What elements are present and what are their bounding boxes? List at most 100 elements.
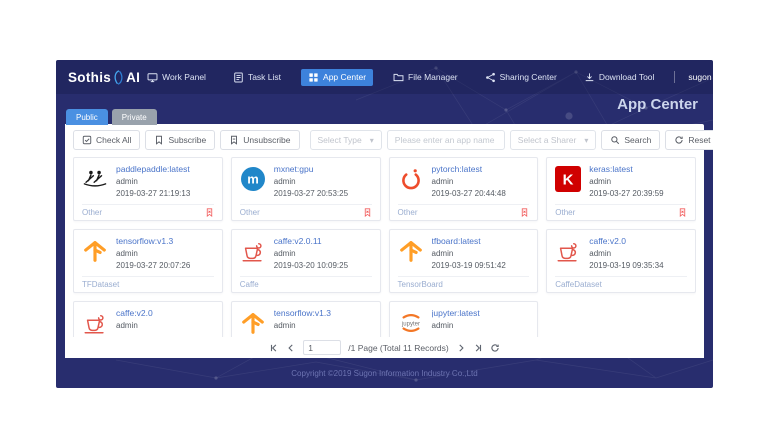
- app-card: K keras:latest admin 2019-03-27 20:39:59…: [546, 157, 696, 221]
- tensorflow-icon: [82, 238, 108, 264]
- search-label: Search: [624, 135, 651, 145]
- content-panel: Check All Subscribe Unsubscribe Select T…: [65, 124, 704, 358]
- bookmark-red-icon[interactable]: [678, 207, 687, 218]
- app-name-link[interactable]: keras:latest: [589, 164, 663, 174]
- app-owner: admin: [432, 320, 480, 332]
- app-name-link[interactable]: tfboard:latest: [432, 236, 506, 246]
- app-timestamp: 2019-03-19 09:35:34: [589, 260, 663, 272]
- app-card: tfboard:latest admin 2019-03-19 09:51:42…: [389, 229, 539, 293]
- pagination: /1 Page (Total 11 Records): [65, 337, 704, 358]
- sharer-select[interactable]: Select a Sharer ▾: [510, 130, 597, 150]
- app-timestamp: 2019-03-19 09:51:42: [432, 260, 506, 272]
- type-select-value: Select Type: [318, 135, 362, 145]
- app-owner: admin: [589, 176, 663, 188]
- caffe-icon: [555, 238, 581, 264]
- app-category: Other: [240, 208, 260, 217]
- app-name-input[interactable]: [387, 130, 505, 150]
- app-owner: admin: [274, 248, 348, 260]
- page-number-input[interactable]: [303, 340, 341, 355]
- app-card: caffe:v2.0.11 admin 2019-03-20 10:09:25 …: [231, 229, 381, 293]
- app-window: Sothis AI Work Panel Task List App Cente…: [56, 60, 713, 388]
- check-all-button[interactable]: Check All: [73, 130, 140, 150]
- app-name-link[interactable]: tensorflow:v1.3: [116, 236, 190, 246]
- brand-left: Sothis: [68, 70, 111, 85]
- main-nav: Work Panel Task List App Center File Man…: [140, 69, 713, 86]
- brand-logo: Sothis AI: [68, 69, 140, 86]
- tensorflow-icon: [398, 238, 424, 264]
- jupyter-icon: jupyter: [398, 310, 424, 336]
- tab-public[interactable]: Public: [66, 109, 108, 125]
- reset-button[interactable]: Reset: [665, 130, 713, 150]
- app-timestamp: 2019-03-27 20:07:26: [116, 260, 190, 272]
- next-page-button[interactable]: [456, 343, 466, 353]
- brand-right: AI: [126, 70, 140, 85]
- subscribe-button[interactable]: Subscribe: [145, 130, 215, 150]
- app-card: tensorflow:v1.3 admin 2019-03-27 20:07:2…: [73, 229, 223, 293]
- app-owner: admin: [274, 176, 348, 188]
- reset-icon: [674, 135, 684, 145]
- app-name-link[interactable]: caffe:v2.0.11: [274, 236, 348, 246]
- app-card: caffe:v2.0 admin 2019-03-19 09:35:34 Caf…: [546, 229, 696, 293]
- search-icon: [610, 135, 620, 145]
- nav-item-sharing-center[interactable]: Sharing Center: [478, 69, 564, 86]
- app-category: Other: [82, 208, 102, 217]
- prev-page-button[interactable]: [286, 343, 296, 353]
- task-list-icon: [233, 72, 244, 83]
- tab-private[interactable]: Private: [112, 109, 157, 125]
- file-manager-icon: [393, 72, 404, 83]
- user-menu[interactable]: sugon: [688, 71, 713, 84]
- nav-item-file-manager[interactable]: File Manager: [386, 69, 465, 86]
- svg-text:m: m: [247, 172, 259, 187]
- tensorflow-icon: [240, 310, 266, 336]
- bookmark-red-icon[interactable]: [363, 207, 372, 218]
- app-owner: admin: [116, 176, 190, 188]
- keras-icon: K: [555, 166, 581, 192]
- svg-text:K: K: [563, 172, 574, 189]
- nav-item-task-list[interactable]: Task List: [226, 69, 288, 86]
- app-category: TensorBoard: [398, 280, 443, 289]
- last-page-button[interactable]: [473, 343, 483, 353]
- logo-swirl-icon: [112, 69, 125, 86]
- reset-label: Reset: [688, 135, 710, 145]
- nav-item-download-tool[interactable]: Download Tool: [577, 69, 662, 86]
- subscribe-label: Subscribe: [168, 135, 206, 145]
- bookmark-remove-icon: [229, 135, 239, 145]
- bookmark-red-icon[interactable]: [520, 207, 529, 218]
- app-name-link[interactable]: pytorch:latest: [432, 164, 506, 174]
- copyright-footer: Copyright ©2019 Sugon Information Indust…: [56, 358, 713, 388]
- app-name-link[interactable]: jupyter:latest: [432, 308, 480, 318]
- search-button[interactable]: Search: [601, 130, 660, 150]
- app-card: pytorch:latest admin 2019-03-27 20:44:48…: [389, 157, 539, 221]
- refresh-button[interactable]: [490, 343, 500, 353]
- app-name-link[interactable]: tensorflow:v1.3: [274, 308, 331, 318]
- chevron-down-icon: ▾: [584, 136, 588, 145]
- username: sugon: [688, 72, 711, 82]
- first-page-button[interactable]: [269, 343, 279, 353]
- app-owner: admin: [116, 248, 190, 260]
- type-select[interactable]: Select Type ▾: [310, 130, 382, 150]
- paddlepaddle-icon: [82, 166, 108, 192]
- app-name-link[interactable]: paddlepaddle:latest: [116, 164, 190, 174]
- app-name-link[interactable]: caffe:v2.0: [589, 236, 663, 246]
- mxnet-icon: m: [240, 166, 266, 192]
- app-name-link[interactable]: caffe:v2.0: [116, 308, 153, 318]
- app-owner: admin: [274, 320, 331, 332]
- app-category: TFDataset: [82, 280, 119, 289]
- app-name-link[interactable]: mxnet:gpu: [274, 164, 348, 174]
- app-card: m mxnet:gpu admin 2019-03-27 20:53:25 Ot…: [231, 157, 381, 221]
- app-timestamp: 2019-03-27 20:44:48: [432, 188, 506, 200]
- bookmark-red-icon[interactable]: [205, 207, 214, 218]
- app-card: paddlepaddle:latest admin 2019-03-27 21:…: [73, 157, 223, 221]
- nav-item-app-center[interactable]: App Center: [301, 69, 373, 86]
- svg-text:jupyter: jupyter: [400, 321, 419, 327]
- unsubscribe-button[interactable]: Unsubscribe: [220, 130, 299, 150]
- work-panel-icon: [147, 72, 158, 83]
- download-tool-icon: [584, 72, 595, 83]
- pytorch-icon: [398, 166, 424, 192]
- nav-item-work-panel[interactable]: Work Panel: [140, 69, 213, 86]
- app-owner: admin: [116, 320, 153, 332]
- caffe-icon: [82, 310, 108, 336]
- page-title: App Center: [617, 96, 698, 113]
- top-navigation-bar: Sothis AI Work Panel Task List App Cente…: [56, 60, 713, 94]
- toolbar: Check All Subscribe Unsubscribe Select T…: [73, 130, 696, 150]
